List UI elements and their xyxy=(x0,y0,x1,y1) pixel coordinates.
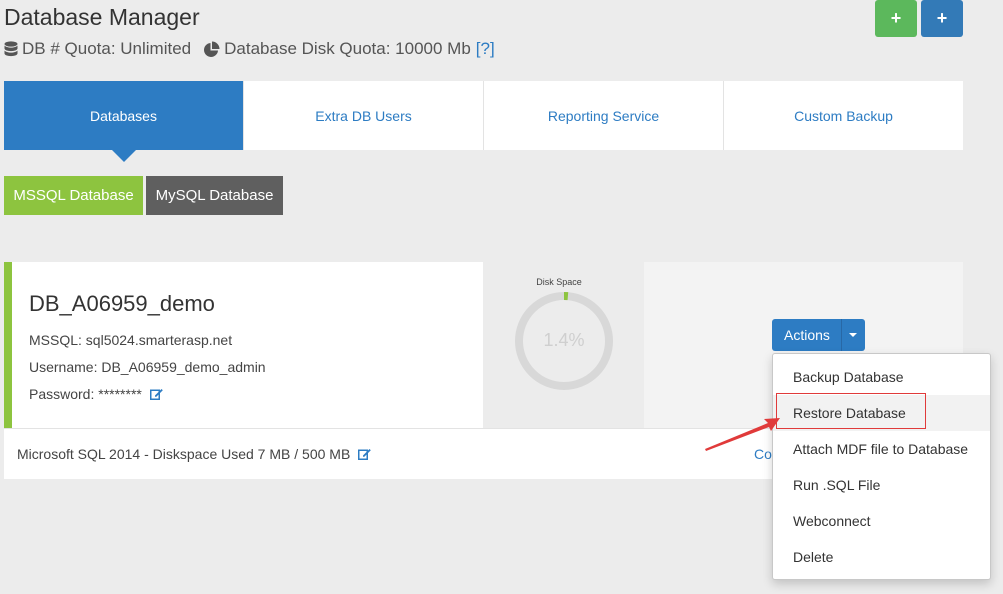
diskspace-used-text: Microsoft SQL 2014 - Diskspace Used 7 MB… xyxy=(17,446,351,462)
database-name: DB_A06959_demo xyxy=(29,291,215,316)
actions-dropdown-button[interactable]: Actions xyxy=(772,319,865,351)
disk-usage-percent: 1.4% xyxy=(543,330,585,350)
help-link[interactable]: [?] xyxy=(476,39,495,59)
username-info: Username: DB_A06959_demo_admin xyxy=(29,359,266,375)
tab-extra-db-users[interactable]: Extra DB Users xyxy=(243,81,483,150)
add-button[interactable]: + xyxy=(921,0,963,37)
footer-info: Microsoft SQL 2014 - Diskspace Used 7 MB… xyxy=(17,446,371,463)
subtab-mysql[interactable]: MySQL Database xyxy=(146,176,283,215)
page-title: Database Manager xyxy=(4,4,200,30)
quota-info: DB # Quota: Unlimited Database Disk Quot… xyxy=(4,39,495,59)
tab-custom-backup[interactable]: Custom Backup xyxy=(723,81,963,150)
tab-reporting-service[interactable]: Reporting Service xyxy=(483,81,723,150)
menu-item-run-sql-file[interactable]: Run .SQL File xyxy=(773,467,990,503)
main-tabs: Databases Extra DB Users Reporting Servi… xyxy=(4,81,963,162)
edit-diskspace-icon[interactable] xyxy=(358,447,371,463)
active-tab-pointer xyxy=(111,150,136,162)
password-info: Password: ******** xyxy=(29,386,142,402)
server-info: MSSQL: sql5024.smarterasp.net xyxy=(29,332,233,348)
password-row: Password: ******** xyxy=(29,386,163,403)
tab-label: Custom Backup xyxy=(794,107,893,124)
pie-chart-icon xyxy=(203,41,224,58)
actions-separator xyxy=(841,319,842,351)
subtab-mssql[interactable]: MSSQL Database xyxy=(4,176,143,215)
tab-label: Reporting Service xyxy=(547,107,660,124)
add-database-button[interactable]: + xyxy=(875,0,917,37)
actions-dropdown-menu: Backup Database Restore Database Attach … xyxy=(772,353,991,580)
tab-label: Extra DB Users xyxy=(315,107,412,124)
annotation-arrow-icon xyxy=(705,418,780,451)
actions-label: Actions xyxy=(784,327,830,343)
menu-item-backup-database[interactable]: Backup Database xyxy=(773,359,990,395)
tab-databases[interactable]: Databases xyxy=(4,81,243,162)
tab-label: Databases xyxy=(90,107,157,124)
menu-item-webconnect[interactable]: Webconnect xyxy=(773,503,990,539)
highlight-box xyxy=(776,393,926,429)
database-icon xyxy=(4,40,22,58)
caret-down-icon xyxy=(849,333,857,337)
disk-space-label: Disk Space xyxy=(536,277,582,287)
menu-item-delete[interactable]: Delete xyxy=(773,539,990,575)
menu-item-attach-mdf[interactable]: Attach MDF file to Database xyxy=(773,431,990,467)
db-quota-text: DB # Quota: Unlimited xyxy=(22,39,192,58)
edit-password-icon[interactable] xyxy=(149,387,163,403)
disk-quota-text: Database Disk Quota: 10000 Mb xyxy=(224,39,471,58)
